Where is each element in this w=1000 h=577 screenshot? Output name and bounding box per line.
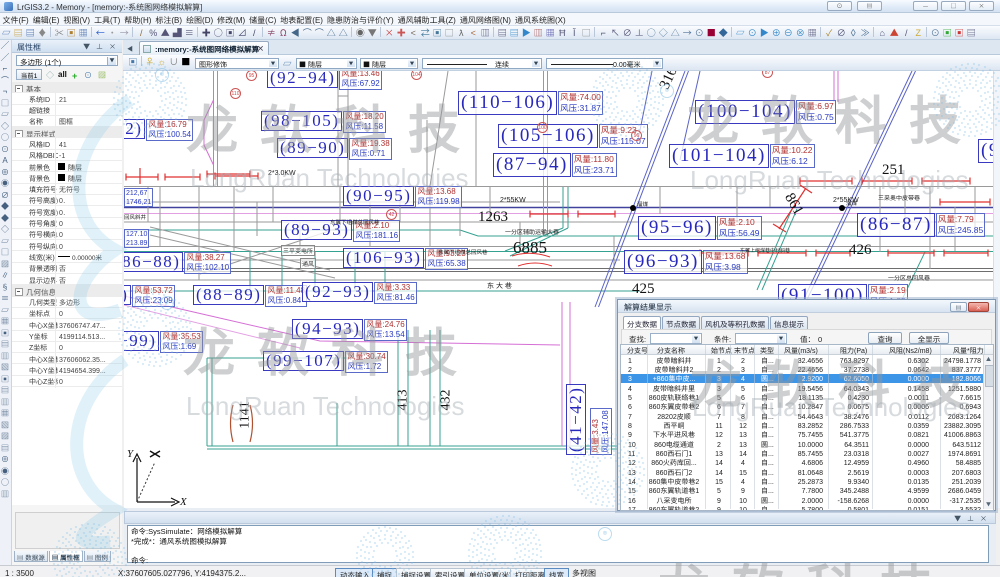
svg-text:X: X (179, 496, 188, 508)
svg-text:Y: Y (127, 448, 135, 460)
